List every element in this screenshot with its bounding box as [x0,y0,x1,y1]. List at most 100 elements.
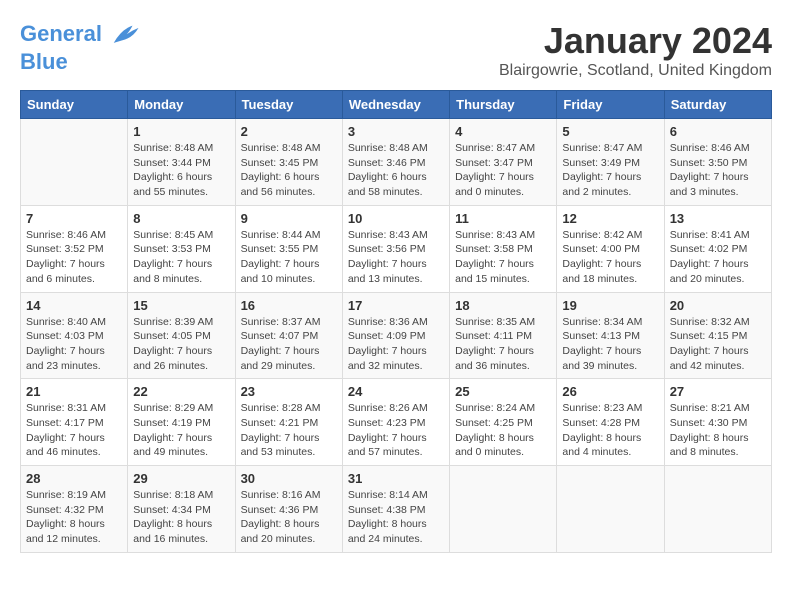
calendar-cell: 20 Sunrise: 8:32 AM Sunset: 4:15 PM Dayli… [664,292,771,379]
month-title: January 2024 [499,20,772,62]
day-info: Sunrise: 8:21 AM Sunset: 4:30 PM Dayligh… [670,401,766,460]
day-info: Sunrise: 8:16 AM Sunset: 4:36 PM Dayligh… [241,488,337,547]
day-number: 11 [455,211,551,226]
day-info: Sunrise: 8:46 AM Sunset: 3:52 PM Dayligh… [26,228,122,287]
day-number: 28 [26,471,122,486]
calendar-cell: 23 Sunrise: 8:28 AM Sunset: 4:21 PM Dayli… [235,379,342,466]
day-number: 22 [133,384,229,399]
calendar-cell: 2 Sunrise: 8:48 AM Sunset: 3:45 PM Daylig… [235,119,342,206]
calendar-cell [450,466,557,553]
weekday-header: Thursday [450,91,557,119]
day-number: 12 [562,211,658,226]
calendar-cell: 16 Sunrise: 8:37 AM Sunset: 4:07 PM Dayli… [235,292,342,379]
calendar-cell: 21 Sunrise: 8:31 AM Sunset: 4:17 PM Dayli… [21,379,128,466]
day-number: 6 [670,124,766,139]
day-info: Sunrise: 8:24 AM Sunset: 4:25 PM Dayligh… [455,401,551,460]
day-info: Sunrise: 8:32 AM Sunset: 4:15 PM Dayligh… [670,315,766,374]
day-info: Sunrise: 8:48 AM Sunset: 3:44 PM Dayligh… [133,141,229,200]
title-block: January 2024 Blairgowrie, Scotland, Unit… [499,20,772,80]
logo-line2: Blue [20,50,140,74]
calendar-cell [21,119,128,206]
day-number: 23 [241,384,337,399]
calendar-cell: 5 Sunrise: 8:47 AM Sunset: 3:49 PM Daylig… [557,119,664,206]
day-info: Sunrise: 8:26 AM Sunset: 4:23 PM Dayligh… [348,401,444,460]
calendar-week-row: 28Sunrise: 8:19 AM Sunset: 4:32 PM Dayli… [21,466,772,553]
calendar-cell: 11 Sunrise: 8:43 AM Sunset: 3:58 PM Dayli… [450,205,557,292]
calendar-cell: 26Sunrise: 8:23 AM Sunset: 4:28 PM Dayli… [557,379,664,466]
calendar-body: 1 Sunrise: 8:48 AM Sunset: 3:44 PM Daylig… [21,119,772,553]
weekday-header: Friday [557,91,664,119]
day-number: 18 [455,298,551,313]
day-number: 1 [133,124,229,139]
day-info: Sunrise: 8:18 AM Sunset: 4:34 PM Dayligh… [133,488,229,547]
day-info: Sunrise: 8:36 AM Sunset: 4:09 PM Dayligh… [348,315,444,374]
calendar-cell: 15 Sunrise: 8:39 AM Sunset: 4:05 PM Dayli… [128,292,235,379]
day-number: 2 [241,124,337,139]
calendar-cell: 28Sunrise: 8:19 AM Sunset: 4:32 PM Dayli… [21,466,128,553]
day-info: Sunrise: 8:47 AM Sunset: 3:47 PM Dayligh… [455,141,551,200]
day-number: 21 [26,384,122,399]
calendar-cell: 27 Sunrise: 8:21 AM Sunset: 4:30 PM Dayli… [664,379,771,466]
weekday-header: Saturday [664,91,771,119]
day-number: 7 [26,211,122,226]
calendar-cell: 29 Sunrise: 8:18 AM Sunset: 4:34 PM Dayli… [128,466,235,553]
calendar-cell: 3 Sunrise: 8:48 AM Sunset: 3:46 PM Daylig… [342,119,449,206]
calendar-cell [557,466,664,553]
calendar-cell: 19Sunrise: 8:34 AM Sunset: 4:13 PM Dayli… [557,292,664,379]
day-number: 24 [348,384,444,399]
calendar-cell: 9Sunrise: 8:44 AM Sunset: 3:55 PM Daylig… [235,205,342,292]
logo-line1: General [20,21,102,46]
logo-text: General [20,20,140,50]
calendar-cell: 22 Sunrise: 8:29 AM Sunset: 4:19 PM Dayli… [128,379,235,466]
day-number: 13 [670,211,766,226]
day-info: Sunrise: 8:35 AM Sunset: 4:11 PM Dayligh… [455,315,551,374]
day-info: Sunrise: 8:29 AM Sunset: 4:19 PM Dayligh… [133,401,229,460]
logo: General Blue [20,20,140,74]
calendar-week-row: 7 Sunrise: 8:46 AM Sunset: 3:52 PM Daylig… [21,205,772,292]
day-info: Sunrise: 8:42 AM Sunset: 4:00 PM Dayligh… [562,228,658,287]
calendar-cell: 8 Sunrise: 8:45 AM Sunset: 3:53 PM Daylig… [128,205,235,292]
day-info: Sunrise: 8:37 AM Sunset: 4:07 PM Dayligh… [241,315,337,374]
weekday-header: Tuesday [235,91,342,119]
day-info: Sunrise: 8:28 AM Sunset: 4:21 PM Dayligh… [241,401,337,460]
calendar-cell: 1 Sunrise: 8:48 AM Sunset: 3:44 PM Daylig… [128,119,235,206]
calendar-week-row: 14Sunrise: 8:40 AM Sunset: 4:03 PM Dayli… [21,292,772,379]
day-info: Sunrise: 8:23 AM Sunset: 4:28 PM Dayligh… [562,401,658,460]
day-info: Sunrise: 8:31 AM Sunset: 4:17 PM Dayligh… [26,401,122,460]
day-info: Sunrise: 8:43 AM Sunset: 3:58 PM Dayligh… [455,228,551,287]
page-header: General Blue January 2024 Blairgowrie, S… [20,20,772,80]
calendar-table: SundayMondayTuesdayWednesdayThursdayFrid… [20,90,772,553]
day-info: Sunrise: 8:48 AM Sunset: 3:45 PM Dayligh… [241,141,337,200]
day-info: Sunrise: 8:47 AM Sunset: 3:49 PM Dayligh… [562,141,658,200]
calendar-cell: 6 Sunrise: 8:46 AM Sunset: 3:50 PM Daylig… [664,119,771,206]
day-number: 29 [133,471,229,486]
day-info: Sunrise: 8:41 AM Sunset: 4:02 PM Dayligh… [670,228,766,287]
day-info: Sunrise: 8:46 AM Sunset: 3:50 PM Dayligh… [670,141,766,200]
day-number: 27 [670,384,766,399]
day-number: 25 [455,384,551,399]
day-number: 5 [562,124,658,139]
calendar-cell: 10Sunrise: 8:43 AM Sunset: 3:56 PM Dayli… [342,205,449,292]
day-number: 20 [670,298,766,313]
calendar-header: SundayMondayTuesdayWednesdayThursdayFrid… [21,91,772,119]
day-info: Sunrise: 8:45 AM Sunset: 3:53 PM Dayligh… [133,228,229,287]
day-number: 15 [133,298,229,313]
calendar-cell: 30Sunrise: 8:16 AM Sunset: 4:36 PM Dayli… [235,466,342,553]
day-info: Sunrise: 8:39 AM Sunset: 4:05 PM Dayligh… [133,315,229,374]
day-number: 17 [348,298,444,313]
day-number: 3 [348,124,444,139]
logo-bird-icon [110,20,140,50]
calendar-cell: 24 Sunrise: 8:26 AM Sunset: 4:23 PM Dayli… [342,379,449,466]
day-number: 16 [241,298,337,313]
calendar-cell: 18 Sunrise: 8:35 AM Sunset: 4:11 PM Dayli… [450,292,557,379]
day-number: 31 [348,471,444,486]
calendar-cell: 7 Sunrise: 8:46 AM Sunset: 3:52 PM Daylig… [21,205,128,292]
calendar-cell: 13 Sunrise: 8:41 AM Sunset: 4:02 PM Dayli… [664,205,771,292]
calendar-week-row: 21 Sunrise: 8:31 AM Sunset: 4:17 PM Dayli… [21,379,772,466]
day-number: 10 [348,211,444,226]
day-number: 19 [562,298,658,313]
calendar-cell: 25 Sunrise: 8:24 AM Sunset: 4:25 PM Dayli… [450,379,557,466]
day-info: Sunrise: 8:48 AM Sunset: 3:46 PM Dayligh… [348,141,444,200]
day-number: 8 [133,211,229,226]
calendar-cell: 31Sunrise: 8:14 AM Sunset: 4:38 PM Dayli… [342,466,449,553]
